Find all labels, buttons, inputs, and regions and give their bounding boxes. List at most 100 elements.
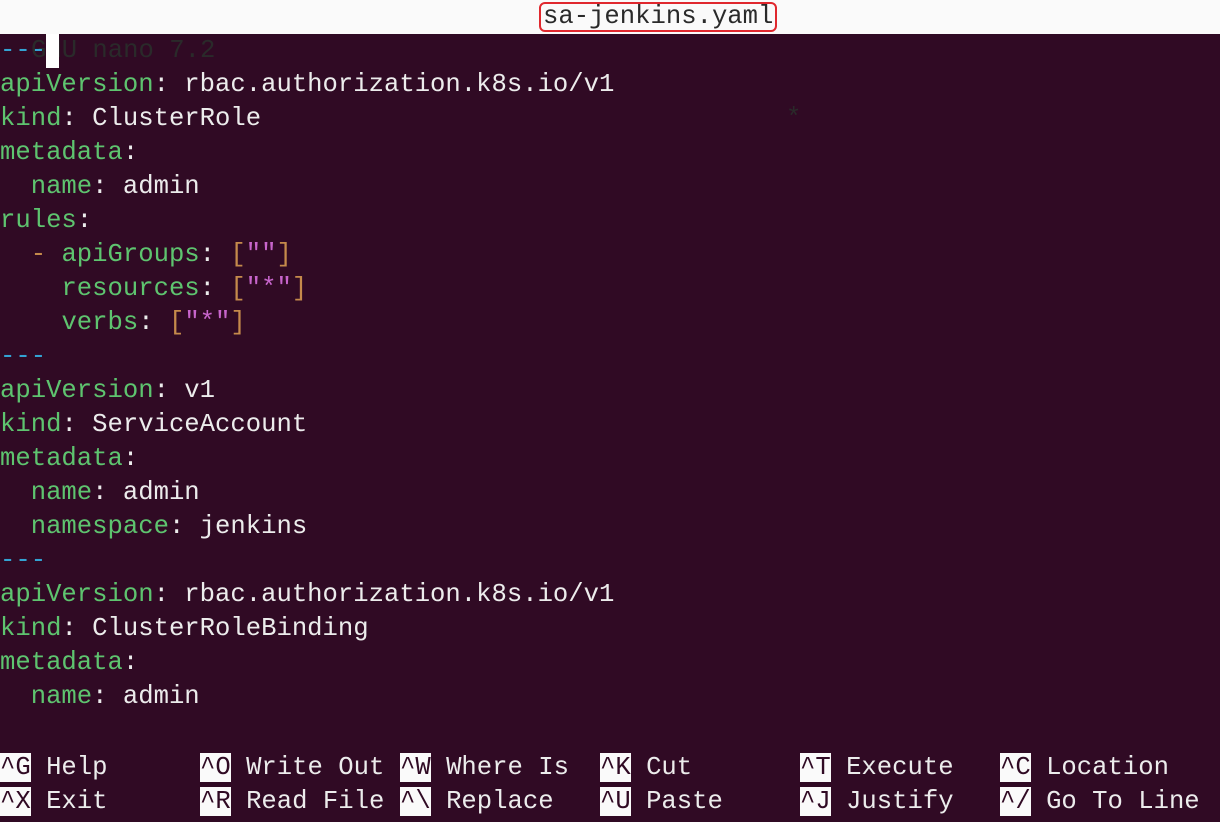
shortcut-justify[interactable]: ^J Justify <box>800 785 954 819</box>
code-line: --- <box>0 34 614 68</box>
shortcut-read-file[interactable]: ^R Read File <box>200 785 384 819</box>
code-line: namespace: jenkins <box>0 510 614 544</box>
code-token: resources <box>61 274 200 303</box>
code-token: apiVersion <box>0 580 154 609</box>
code-token: name <box>30 478 93 507</box>
code-token: verbs <box>61 308 139 337</box>
code-line: - apiGroups: [""] <box>0 238 614 272</box>
code-line: metadata: <box>0 136 614 170</box>
shortcut-key: ^J <box>800 787 831 816</box>
modified-indicator: * <box>786 104 802 133</box>
code-line: --- <box>0 544 614 578</box>
title-bar: GNU nano 7.2 sa-jenkins.yaml * <box>0 0 1220 133</box>
shortcut-key: ^R <box>200 787 231 816</box>
shortcut-key: ^X <box>0 787 31 816</box>
shortcut-label: Go To Line <box>1030 787 1200 816</box>
shortcut-key: ^O <box>200 753 231 782</box>
code-token: : <box>138 308 169 337</box>
code-line: metadata: <box>0 442 614 476</box>
file-name: sa-jenkins.yaml <box>539 2 778 32</box>
shortcut-key: ^\ <box>400 787 431 816</box>
code-line: apiVersion: rbac.authorization.k8s.io/v1 <box>0 68 614 102</box>
code-token: "*" <box>245 274 292 303</box>
shortcut-exit[interactable]: ^X Exit <box>0 785 108 819</box>
code-line: apiVersion: v1 <box>0 374 614 408</box>
code-token: apiGroups <box>61 240 200 269</box>
code-token: : rbac.authorization.k8s.io/v1 <box>153 580 615 609</box>
shortcut-key: ^G <box>0 753 31 782</box>
shortcut-help[interactable]: ^G Help <box>0 751 108 785</box>
code-token: : admin <box>92 682 200 711</box>
code-line: kind: ClusterRole <box>0 102 614 136</box>
shortcut-key: ^T <box>800 753 831 782</box>
code-token: "" <box>245 240 277 269</box>
code-token: apiVersion <box>0 376 154 405</box>
code-token: : admin <box>92 478 200 507</box>
shortcut-label: Paste <box>630 787 723 816</box>
code-line: --- <box>0 340 614 374</box>
shortcut-where-is[interactable]: ^W Where Is <box>400 751 569 785</box>
shortcut-write-out[interactable]: ^O Write Out <box>200 751 384 785</box>
shortcut-key: ^/ <box>1000 787 1031 816</box>
shortcut-location[interactable]: ^C Location <box>1000 751 1169 785</box>
code-token: kind <box>0 614 62 643</box>
shortcut-key: ^C <box>1000 753 1031 782</box>
shortcut-key: ^U <box>600 787 631 816</box>
code-token: : ClusterRole <box>61 104 262 133</box>
shortcut-label: Cut <box>630 753 693 782</box>
code-token: : <box>122 444 139 473</box>
code-line: name: admin <box>0 170 614 204</box>
code-token: metadata <box>0 138 123 167</box>
code-token: ] <box>230 308 246 337</box>
code-token: : <box>199 274 231 303</box>
shortcut-key: ^W <box>400 753 431 782</box>
code-token: metadata <box>0 648 123 677</box>
shortcut-paste[interactable]: ^U Paste <box>600 785 723 819</box>
code-token: --- <box>0 546 47 575</box>
code-token: : <box>199 240 231 269</box>
shortcut-label: Help <box>30 753 108 782</box>
code-token: apiVersion <box>0 70 154 99</box>
shortcut-go-to-line[interactable]: ^/ Go To Line <box>1000 785 1200 819</box>
code-token: [ <box>230 240 246 269</box>
code-line: verbs: ["*"] <box>0 306 614 340</box>
code-line: name: admin <box>0 680 614 714</box>
code-token: - <box>30 240 47 269</box>
code-token: name <box>30 172 93 201</box>
code-token: : <box>122 138 139 167</box>
shortcut-replace[interactable]: ^\ Replace <box>400 785 554 819</box>
code-token: --- <box>0 342 47 371</box>
shortcut-label: Read File <box>230 787 385 816</box>
code-token: : jenkins <box>168 512 308 541</box>
shortcut-label: Justify <box>830 787 954 816</box>
code-token: : ClusterRoleBinding <box>61 614 369 643</box>
code-token: namespace <box>30 512 169 541</box>
shortcut-label: Location <box>1030 753 1169 782</box>
code-line: kind: ClusterRoleBinding <box>0 612 614 646</box>
code-token: kind <box>0 410 62 439</box>
code-token: [ <box>168 308 185 337</box>
shortcut-label: Exit <box>30 787 108 816</box>
shortcut-execute[interactable]: ^T Execute <box>800 751 954 785</box>
shortcut-label: Replace <box>430 787 554 816</box>
text-cursor <box>46 34 60 68</box>
code-line: kind: ServiceAccount <box>0 408 614 442</box>
code-token: : rbac.authorization.k8s.io/v1 <box>153 70 615 99</box>
code-token: : admin <box>92 172 200 201</box>
code-token: : v1 <box>153 376 216 405</box>
code-token: ] <box>276 240 292 269</box>
code-token: ] <box>291 274 308 303</box>
code-token: kind <box>0 104 62 133</box>
code-line: metadata: <box>0 646 614 680</box>
code-token: : <box>76 206 93 235</box>
editor-area[interactable]: --- apiVersion: rbac.authorization.k8s.io… <box>0 34 614 714</box>
code-line: rules: <box>0 204 614 238</box>
shortcut-cut[interactable]: ^K Cut <box>600 751 692 785</box>
